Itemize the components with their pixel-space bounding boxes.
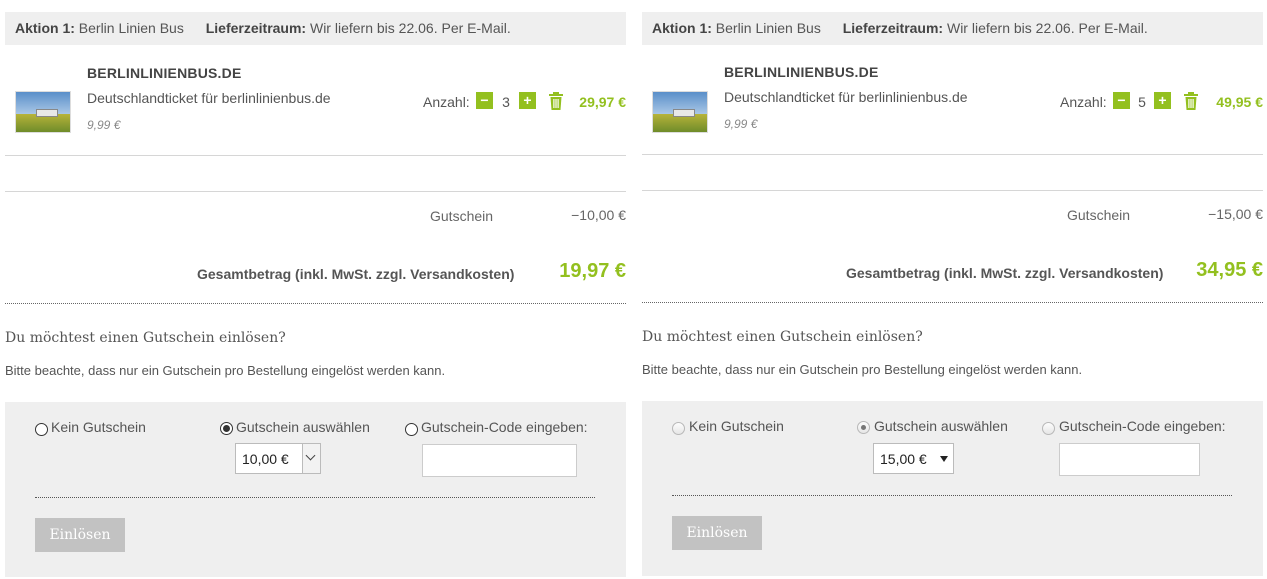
voucher-amount-value: 10,00 €	[242, 451, 289, 467]
grand-total-label: Gesamtbetrag (inkl. MwSt. zzgl. Versandk…	[846, 265, 1164, 281]
radio-voucher-code-label[interactable]: Gutschein-Code eingeben:	[1059, 418, 1226, 434]
grand-total-value: 34,95 €	[1196, 259, 1263, 281]
order-header: Aktion 1: Berlin Linien Bus Lieferzeitra…	[5, 12, 626, 45]
voucher-code-input[interactable]	[422, 444, 577, 477]
radio-select-voucher[interactable]	[857, 421, 870, 434]
quantity-value: 5	[1138, 94, 1146, 110]
action-label: Aktion 1:	[652, 20, 712, 36]
delivery-period-label: Lieferzeitraum:	[205, 20, 307, 36]
product-name[interactable]: Deutschlandticket für berlinlinienbus.de	[87, 90, 331, 106]
minus-icon: −	[1117, 92, 1126, 108]
order-header: Aktion 1: Berlin Linien Bus Lieferzeitra…	[642, 12, 1263, 45]
cart-panel-left: Aktion 1: Berlin Linien Bus Lieferzeitra…	[5, 0, 626, 579]
decrease-quantity-button[interactable]: −	[476, 92, 493, 109]
trash-icon[interactable]	[547, 91, 565, 111]
grand-total-label: Gesamtbetrag (inkl. MwSt. zzgl. Versandk…	[197, 266, 515, 282]
radio-no-voucher[interactable]	[672, 422, 685, 435]
redeem-button[interactable]: Einlösen	[672, 516, 762, 550]
action-name: Berlin Linien Bus	[78, 20, 184, 36]
radio-select-voucher[interactable]	[220, 422, 233, 435]
product-image[interactable]	[652, 91, 708, 133]
unit-price: 9,99 €	[87, 118, 121, 132]
decrease-quantity-button[interactable]: −	[1113, 92, 1130, 109]
action-name: Berlin Linien Bus	[715, 20, 821, 36]
minus-icon: −	[480, 92, 489, 108]
quantity-value: 3	[502, 94, 510, 110]
voucher-discount-label: Gutschein	[1067, 207, 1131, 223]
trash-icon[interactable]	[1182, 91, 1200, 111]
increase-quantity-button[interactable]: +	[519, 92, 536, 109]
plus-icon: +	[1158, 92, 1167, 108]
quantity-label: Anzahl:	[1060, 94, 1107, 110]
divider	[5, 155, 626, 156]
voucher-section-note: Bitte beachte, dass nur ein Gutschein pr…	[642, 362, 1083, 377]
cart-panel-right: Aktion 1: Berlin Linien Bus Lieferzeitra…	[642, 0, 1263, 579]
voucher-section-title: Du möchtest einen Gutschein einlösen?	[5, 330, 286, 346]
unit-price: 9,99 €	[724, 117, 758, 131]
radio-voucher-code[interactable]	[1042, 422, 1055, 435]
delivery-period-text: Wir liefern bis 22.06. Per E-Mail.	[309, 20, 511, 36]
dotted-divider	[642, 302, 1263, 303]
voucher-discount-value: −10,00 €	[571, 207, 626, 223]
product-brand[interactable]: BERLINLINIENBUS.DE	[87, 65, 242, 81]
divider	[642, 190, 1263, 191]
product-brand[interactable]: BERLINLINIENBUS.DE	[724, 64, 879, 80]
chevron-down-icon	[940, 456, 948, 462]
line-total: 29,97 €	[579, 94, 626, 110]
product-name[interactable]: Deutschlandticket für berlinlinienbus.de	[724, 89, 968, 105]
grand-total-value: 19,97 €	[559, 260, 626, 282]
product-image[interactable]	[15, 91, 71, 133]
delivery-period-label: Lieferzeitraum:	[842, 20, 944, 36]
plus-icon: +	[523, 92, 532, 108]
voucher-section-note: Bitte beachte, dass nur ein Gutschein pr…	[5, 363, 446, 378]
radio-select-voucher-label[interactable]: Gutschein auswählen	[236, 419, 370, 435]
voucher-form: Kein Gutschein Gutschein auswählen Gutsc…	[5, 402, 626, 577]
voucher-form: Kein Gutschein Gutschein auswählen Gutsc…	[642, 401, 1263, 576]
radio-no-voucher-label[interactable]: Kein Gutschein	[689, 418, 784, 434]
radio-no-voucher[interactable]	[35, 423, 48, 436]
voucher-code-input[interactable]	[1059, 443, 1200, 476]
line-total: 49,95 €	[1216, 94, 1263, 110]
dotted-divider	[5, 303, 626, 304]
delivery-period-text: Wir liefern bis 22.06. Per E-Mail.	[946, 20, 1148, 36]
radio-voucher-code[interactable]	[405, 423, 418, 436]
divider	[642, 154, 1263, 155]
divider	[5, 191, 626, 192]
radio-voucher-code-label[interactable]: Gutschein-Code eingeben:	[421, 419, 588, 435]
chevron-down-icon	[305, 450, 316, 461]
voucher-section-title: Du möchtest einen Gutschein einlösen?	[642, 329, 923, 345]
dotted-divider	[672, 495, 1232, 496]
voucher-amount-select[interactable]: 10,00 €	[235, 443, 321, 474]
voucher-amount-value: 15,00 €	[880, 451, 927, 467]
action-label: Aktion 1:	[15, 20, 75, 36]
voucher-discount-label: Gutschein	[430, 208, 494, 224]
radio-no-voucher-label[interactable]: Kein Gutschein	[51, 419, 146, 435]
increase-quantity-button[interactable]: +	[1154, 92, 1171, 109]
redeem-button[interactable]: Einlösen	[35, 518, 125, 552]
quantity-label: Anzahl:	[423, 94, 470, 110]
dotted-divider	[35, 497, 595, 498]
voucher-discount-value: −15,00 €	[1208, 206, 1263, 222]
radio-select-voucher-label[interactable]: Gutschein auswählen	[874, 418, 1008, 434]
voucher-amount-select[interactable]: 15,00 €	[873, 443, 954, 474]
